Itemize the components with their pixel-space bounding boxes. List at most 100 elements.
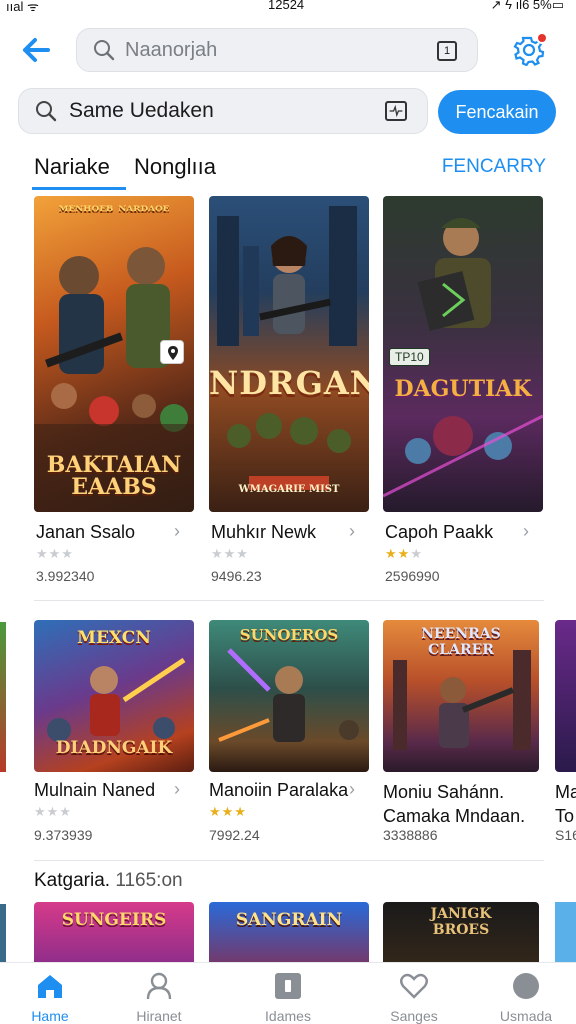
game-card[interactable]: DAGUTIAK TP10 Capoh Paakk › ★★★ 2596990 (383, 196, 545, 596)
game-cover-image (0, 904, 6, 962)
game-title: Moniu Sahánn. Camaka Mndaan. (383, 782, 526, 826)
game-title: Ma To (555, 782, 576, 826)
nav-idames[interactable]: Idames (238, 963, 338, 1024)
bottom-navigation: Hame Hiranet Idames Sanges Usmada (0, 962, 576, 1024)
rating-stars: ★★★ (385, 546, 423, 561)
nav-home[interactable]: Hame (0, 963, 100, 1024)
chevron-right-icon: › (349, 521, 355, 541)
search-icon (36, 101, 57, 122)
signal-status: ııal ᯤ (6, 0, 39, 14)
tab-nonglıia[interactable]: Nonglııa (134, 154, 216, 180)
cover-title-top: SUNOEROS (239, 626, 339, 644)
game-title: Muhkır Newk (211, 522, 317, 542)
game-cover-image: NEENRAS CLARER (383, 620, 539, 772)
game-cover-image: MEXCN DIADNGAIK (34, 620, 194, 772)
person-icon (146, 972, 172, 1000)
tab-bar: Nariake Nonglııa FENCARRY (0, 150, 576, 194)
game-card[interactable]: ᴹᴱᴺᴴᴼᴱᴮ ᴺᴬᴿᴰᴬᴼᴱ BAKTAIAN EAABS Janan Ssa… (34, 196, 194, 596)
game-card[interactable]: Ma To S16 (555, 620, 576, 846)
square-icon (275, 973, 301, 999)
back-button[interactable] (18, 32, 54, 68)
top-search-placeholder: Naanorjah (125, 38, 218, 61)
game-cover-image: SUNOEROS (209, 620, 369, 772)
download-count: 3338886 (383, 827, 438, 843)
game-title: Mulnain Naned (34, 780, 156, 800)
chevron-right-icon: › (174, 779, 180, 799)
search-button[interactable]: Fencakain (438, 90, 556, 134)
tab-count-icon[interactable]: 1 (437, 41, 457, 61)
cover-title-top: NEENRAS CLARER (421, 626, 501, 658)
nav-usmada[interactable]: Usmada (476, 963, 576, 1024)
game-cover-image (555, 620, 576, 772)
game-title: Manoiin Paralaka (209, 780, 349, 800)
nav-label: Usmada (499, 1008, 553, 1024)
rating-stars: ★★★ (211, 546, 249, 561)
game-card[interactable]: SANGRAIN (209, 902, 369, 962)
nav-label: Hiranet (136, 1008, 182, 1024)
game-card[interactable]: MEXCN DIADNGAIK Mulnain Naned › ★★★ 9.37… (34, 620, 194, 846)
version-badge: TP10 (389, 348, 430, 366)
section-count: 1165:on (115, 870, 183, 891)
battery-status: ↗ ϟ ıl6 5%▭ (490, 0, 564, 12)
cover-title-top: DAGUTIAK (394, 376, 532, 402)
circle-icon (513, 973, 539, 999)
game-card[interactable]: SUNGEIRS (34, 902, 194, 962)
active-tab-indicator (32, 187, 126, 190)
game-title: Capoh Paakk (385, 522, 494, 542)
row-divider (34, 600, 544, 601)
top-bar: Naanorjah 1 (0, 26, 576, 74)
game-card[interactable]: NDRGAN WMAGARIE MIST Muhkır Newk › ★★★ 9… (209, 196, 369, 596)
cover-title-top: MEXCN (77, 628, 151, 648)
nav-hiranet[interactable]: Hiranet (109, 963, 209, 1024)
game-cover-image: SANGRAIN (209, 902, 369, 962)
game-cover-image: JANIGK BROES (383, 902, 539, 962)
rating-stars: ★★★ (36, 546, 74, 561)
game-cover-image (555, 902, 576, 962)
download-count: 2596990 (385, 568, 440, 584)
game-cover-image: DAGUTIAK TP10 (383, 196, 543, 512)
rating-stars: ★★★ (34, 804, 72, 819)
notification-badge (536, 32, 548, 44)
cover-title-bottom: BAKTAIAN EAABS (46, 452, 182, 500)
top-search-field[interactable]: Naanorjah 1 (76, 28, 478, 72)
cover-title-bottom: WMAGARIE MIST (238, 484, 340, 495)
status-bar: ııal ᯤ 12524 ↗ ϟ ıl6 5%▭ (0, 0, 576, 14)
download-count: 9.373939 (34, 827, 93, 843)
search-icon (94, 40, 115, 61)
rating-stars: ★★★ (209, 804, 247, 819)
download-count: 3.992340 (36, 568, 95, 584)
nav-label: Hame (31, 1008, 69, 1024)
game-card[interactable]: JANIGK BROES (383, 902, 539, 962)
download-count: S16 (555, 827, 576, 843)
game-cover-image: ᴹᴱᴺᴴᴼᴱᴮ ᴺᴬᴿᴰᴬᴼᴱ BAKTAIAN EAABS (34, 196, 194, 512)
see-all-link[interactable]: FENCARRY (442, 156, 546, 178)
clock: 12524 (268, 0, 305, 12)
section-header: Katgaria. 1165:on (34, 870, 183, 892)
back-arrow-icon (23, 38, 50, 62)
game-title: Janan Ssalo (36, 522, 136, 542)
nav-label: Sanges (390, 1008, 438, 1024)
search-value: Same Uedaken (69, 99, 214, 122)
game-cover-image: NDRGAN WMAGARIE MIST (209, 196, 369, 512)
nav-sanges[interactable]: Sanges (364, 963, 464, 1024)
download-count: 9496.23 (211, 568, 262, 584)
cover-title-top: JANIGK BROES (430, 906, 492, 938)
game-card[interactable]: NEENRAS CLARER Moniu Sahánn. Camaka Mnda… (383, 620, 543, 846)
settings-button[interactable] (512, 32, 548, 68)
nav-label: Idames (265, 1008, 311, 1024)
game-cover-image (0, 622, 6, 772)
chevron-right-icon: › (174, 521, 180, 541)
home-icon (38, 975, 62, 998)
cover-title-top: SUNGEIRS (61, 910, 167, 930)
section-title: Katgaria. (34, 870, 111, 891)
game-cover-image: SUNGEIRS (34, 902, 194, 962)
download-count: 7992.24 (209, 827, 260, 843)
search-row: Same Uedaken Fencakain (0, 88, 576, 136)
tab-nariake[interactable]: Nariake (34, 154, 110, 180)
voice-activity-icon[interactable] (385, 101, 407, 121)
cover-title-bottom: DIADNGAIK (55, 738, 173, 758)
game-card[interactable]: SUNOEROS Manoiin Paralaka › ★★★ 7992.24 (209, 620, 369, 846)
search-input[interactable]: Same Uedaken (18, 88, 428, 134)
map-pin-icon (160, 340, 184, 364)
cover-title-top: ᴹᴱᴺᴴᴼᴱᴮ ᴺᴬᴿᴰᴬᴼᴱ (58, 204, 170, 220)
